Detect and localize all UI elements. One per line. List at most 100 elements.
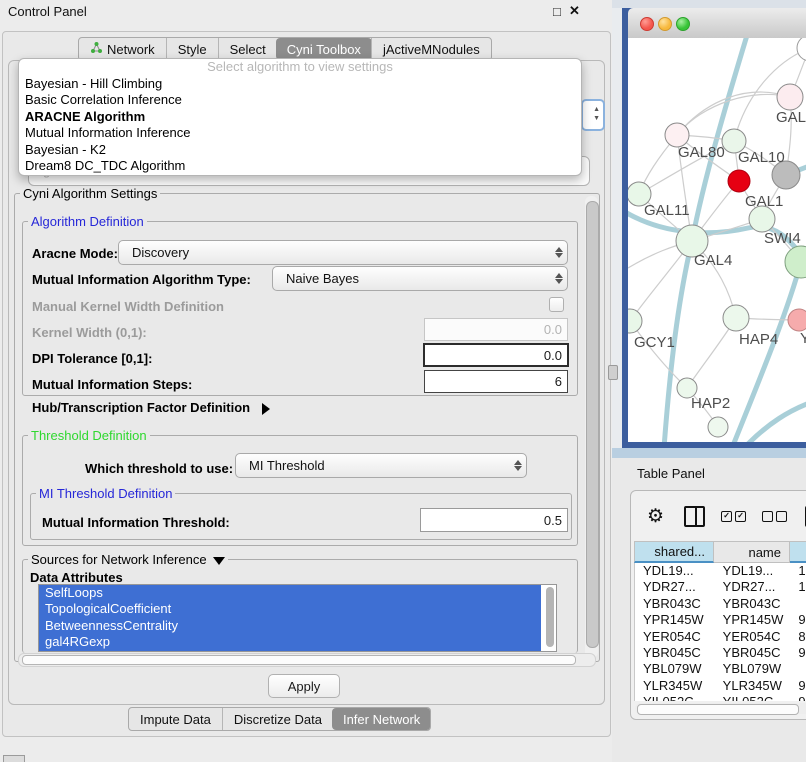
settings-hscroll-thumb[interactable]	[22, 655, 576, 665]
algorithm-option[interactable]: ARACNE Algorithm	[19, 109, 581, 125]
tab-label: Impute Data	[140, 712, 211, 727]
splitpane-handle[interactable]	[608, 365, 618, 380]
data-attributes-label: Data Attributes	[30, 570, 123, 585]
table-horizontal-scrollbar[interactable]	[635, 703, 806, 714]
tab-style[interactable]: Style	[166, 38, 218, 60]
algorithm-list: Bayesian - Hill ClimbingBasic Correlatio…	[19, 76, 581, 174]
select-all-checkboxes-icon[interactable]: ✓✓	[721, 511, 746, 522]
table-row[interactable]: YDR27...YDR27...12	[635, 579, 806, 595]
table-row[interactable]: YIL052CYIL052C9	[635, 694, 806, 701]
tab-jactivemnodules[interactable]: jActiveMNodules	[371, 38, 491, 60]
settings-horizontal-scrollbar[interactable]	[18, 653, 596, 667]
algorithm-option[interactable]: Bayesian - Hill Climbing	[19, 76, 581, 92]
manual-kernel-width-label: Manual Kernel Width Definition	[32, 299, 224, 314]
collapse-down-icon[interactable]	[213, 557, 225, 565]
algorithm-definition-title: Algorithm Definition	[28, 214, 147, 229]
spinner-fragment[interactable]: ▲ ▼	[581, 99, 605, 131]
table-cell	[790, 661, 806, 677]
table-row[interactable]: YLR345WYLR345W9.	[635, 678, 806, 694]
mi-steps-field[interactable]: 6	[424, 370, 568, 393]
network-node-gal[interactable]	[777, 84, 803, 110]
network-node[interactable]	[728, 170, 750, 192]
attribute-item[interactable]: BetweennessCentrality	[39, 618, 541, 634]
table-cell: YDL19...	[635, 563, 715, 579]
tab-label: Network	[107, 42, 155, 57]
network-canvas[interactable]: GALGAL80GAL10GAL1GAL11SWI4GAL4GCY1HAP4YH…	[628, 38, 806, 442]
column-header[interactable]: name	[714, 541, 790, 563]
table-cell: YBR045C	[635, 645, 715, 661]
algorithm-option[interactable]: Basic Correlation Inference	[19, 92, 581, 108]
tab-cyni-toolbox[interactable]: Cyni Toolbox	[276, 38, 372, 60]
bottom-left-partial-button[interactable]	[3, 755, 25, 762]
network-node[interactable]	[708, 417, 728, 437]
algorithm-option[interactable]: Mutual Information Inference	[19, 125, 581, 141]
network-node-hap4[interactable]	[723, 305, 749, 331]
zoom-traffic-light-icon[interactable]	[676, 17, 690, 31]
mi-threshold-field[interactable]: 0.5	[420, 508, 568, 532]
table-cell: YER054C	[635, 629, 715, 645]
close-panel-icon[interactable]: ✕	[569, 3, 580, 19]
tab-label: Style	[178, 42, 207, 57]
network-node-gcy1[interactable]	[628, 309, 642, 333]
attribute-item[interactable]: gal4RGexp	[39, 634, 541, 650]
network-node-swi4[interactable]	[785, 246, 806, 278]
list-vscroll-thumb[interactable]	[546, 587, 554, 647]
table-cell: 9	[790, 694, 806, 701]
deselect-all-checkboxes-icon[interactable]	[762, 511, 787, 522]
table-row[interactable]: YDL19...YDL19...13	[635, 563, 806, 579]
aracne-mode-select[interactable]: Discovery	[118, 240, 568, 265]
algorithm-option[interactable]: Dream8 DC_TDC Algorithm	[19, 158, 581, 174]
data-attributes-list[interactable]: SelfLoopsTopologicalCoefficientBetweenne…	[38, 584, 557, 652]
apply-button[interactable]: Apply	[268, 674, 340, 698]
settings-vscroll-thumb[interactable]	[586, 201, 599, 648]
tab-impute-data[interactable]: Impute Data	[129, 708, 222, 730]
tab-infer-network[interactable]: Infer Network	[332, 708, 431, 730]
algorithm-option[interactable]: Bayesian - K2	[19, 142, 581, 158]
mi-algorithm-type-label: Mutual Information Algorithm Type:	[32, 272, 251, 287]
control-panel-titlebar: Control Panel □ ✕	[0, 0, 612, 25]
network-edge	[732, 262, 801, 442]
gear-icon[interactable]: ⚙	[647, 507, 664, 526]
tab-label: Cyni Toolbox	[287, 42, 361, 57]
mi-algorithm-type-select[interactable]: Naive Bayes	[272, 266, 568, 291]
tab-select[interactable]: Select	[218, 38, 277, 60]
which-threshold-select[interactable]: MI Threshold	[235, 453, 527, 478]
manual-kernel-width-checkbox[interactable]	[549, 297, 564, 312]
table-cell	[790, 596, 806, 612]
table-row[interactable]: YPR145WYPR145W9.	[635, 612, 806, 628]
network-graph[interactable]: GALGAL80GAL10GAL1GAL11SWI4GAL4GCY1HAP4YH…	[628, 38, 806, 442]
attribute-item[interactable]: TopologicalCoefficient	[39, 601, 541, 617]
table-hscroll-thumb[interactable]	[637, 704, 799, 715]
tab-discretize-data[interactable]: Discretize Data	[222, 708, 333, 730]
dpi-tolerance-field[interactable]: 0.0	[423, 343, 569, 367]
column-header[interactable]: shared...	[634, 541, 714, 563]
table-cell: YBR043C	[635, 596, 715, 612]
network-window-titlebar[interactable]	[628, 8, 806, 39]
float-panel-icon[interactable]: □	[553, 4, 561, 19]
network-icon	[90, 41, 103, 57]
network-node[interactable]	[797, 38, 806, 61]
mi-algorithm-type-value: Naive Bayes	[273, 271, 551, 286]
attribute-item[interactable]: SelfLoops	[39, 585, 541, 601]
table-row[interactable]: YBR045CYBR045C9.	[635, 645, 806, 661]
hub-definition-expander[interactable]: Hub/Transcription Factor Definition	[32, 400, 270, 415]
settings-vertical-scrollbar[interactable]	[585, 196, 598, 658]
kernel-width-field[interactable]: 0.0	[424, 318, 568, 341]
close-traffic-light-icon[interactable]	[640, 17, 654, 31]
table-row[interactable]: YBR043CYBR043C	[635, 596, 806, 612]
table-row[interactable]: YER054CYER054C8.	[635, 629, 806, 645]
column-header[interactable]: A	[790, 541, 806, 563]
table-cell: YDR27...	[635, 579, 715, 595]
table-row[interactable]: YBL079WYBL079W	[635, 661, 806, 677]
columns-icon[interactable]	[684, 506, 705, 527]
table-rows: YDL19...YDL19...13YDR27...YDR27...12YBR0…	[634, 563, 806, 701]
minimize-traffic-light-icon[interactable]	[658, 17, 672, 31]
mi-threshold-definition-title: MI Threshold Definition	[36, 486, 175, 501]
which-threshold-value: MI Threshold	[236, 458, 510, 473]
tab-network[interactable]: Network	[79, 38, 166, 60]
threshold-definition-title: Threshold Definition	[28, 428, 150, 443]
dpi-tolerance-label: DPI Tolerance [0,1]:	[32, 351, 152, 366]
table-cell: YER054C	[715, 629, 791, 645]
screen: Control Panel □ ✕ Network Style Select Cyni…	[0, 0, 806, 762]
network-node-y[interactable]	[788, 309, 806, 331]
